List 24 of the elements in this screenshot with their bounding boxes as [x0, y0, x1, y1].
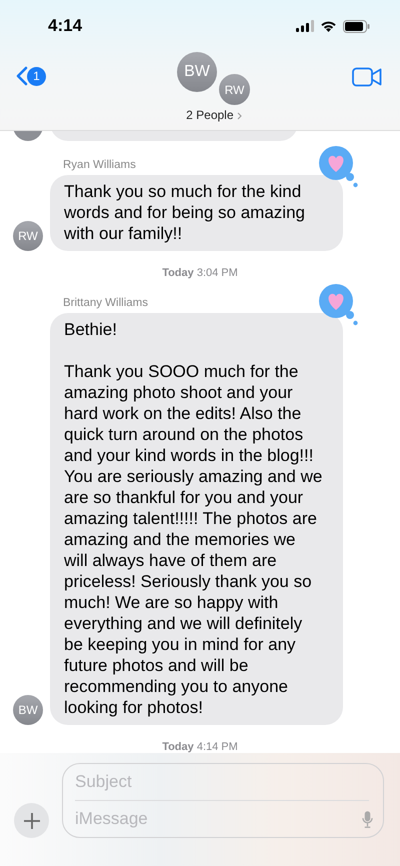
timestamp: Today 3:04 PM	[161, 267, 239, 279]
contact-avatar[interactable]: RW	[218, 73, 251, 106]
video-call-icon[interactable]	[352, 67, 382, 87]
subject-field[interactable]: Subject	[71, 764, 381, 800]
message-field[interactable]: Subject iMessage	[62, 763, 384, 838]
battery-icon	[343, 20, 370, 32]
sender-name: Ryan Williams	[63, 159, 137, 171]
signal-icon	[296, 20, 314, 32]
avatar: RW	[13, 221, 43, 251]
back-button[interactable]: 1	[16, 66, 46, 86]
status-time: 4:14	[48, 16, 82, 36]
microphone-icon[interactable]	[362, 810, 373, 828]
sender-name: Brittany Williams	[63, 297, 149, 309]
back-chevron-icon	[16, 66, 28, 86]
wifi-icon	[320, 20, 337, 32]
avatar: BW	[13, 695, 43, 725]
contact-avatar[interactable]: BW	[177, 52, 217, 92]
timestamp: Today 4:14 PM	[161, 741, 239, 753]
people-link[interactable]: 2 People	[186, 108, 242, 122]
unread-badge: 1	[27, 66, 46, 86]
chevron-icon	[236, 112, 242, 120]
add-button[interactable]	[14, 803, 49, 838]
imessage-field[interactable]: iMessage	[71, 801, 356, 837]
plus-icon	[22, 812, 40, 830]
